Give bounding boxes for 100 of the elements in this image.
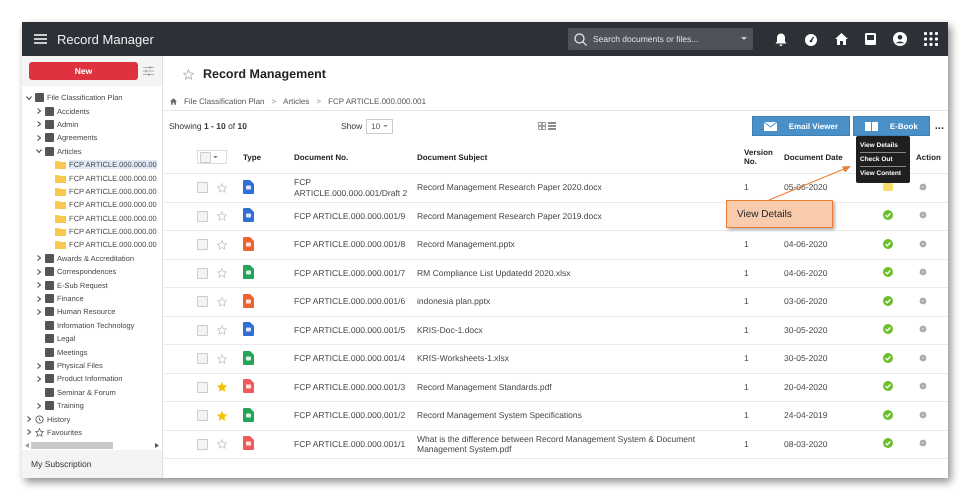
result-count: Showing 1 - 10 of 10 — [169, 121, 247, 131]
chevron-right-icon[interactable] — [36, 255, 42, 262]
chevron-right-icon[interactable] — [36, 134, 42, 141]
chevron-right-icon[interactable] — [26, 429, 32, 436]
search-field[interactable]: Search documents or files... — [568, 28, 753, 50]
chevron-right-icon[interactable] — [36, 376, 42, 382]
scroll-left-icon[interactable] — [25, 443, 29, 448]
star-icon[interactable] — [217, 240, 227, 250]
gear-icon[interactable] — [919, 182, 927, 191]
table-cell-text: KRIS-Worksheets-1.xlsx — [417, 353, 510, 364]
menu-icon[interactable] — [34, 34, 47, 44]
column-header: Version No. — [744, 148, 774, 166]
chevron-right-icon[interactable] — [36, 402, 42, 409]
gear-icon[interactable] — [919, 410, 927, 419]
home-icon[interactable] — [170, 98, 177, 104]
new-button[interactable]: New — [29, 62, 138, 80]
breadcrumb-link[interactable]: FCP ARTICLE.000.000.001 — [328, 96, 426, 106]
chevron-right-icon[interactable] — [36, 308, 42, 315]
folder-icon — [55, 174, 66, 183]
envelope-icon — [764, 122, 777, 130]
row-checkbox[interactable] — [197, 239, 208, 250]
gear-icon[interactable] — [919, 325, 927, 334]
filter-icon[interactable] — [143, 66, 154, 76]
table-cell-text: 1 — [744, 410, 750, 420]
star-icon[interactable] — [217, 211, 227, 222]
search-icon — [574, 32, 587, 46]
gear-icon[interactable] — [919, 240, 927, 248]
table-cell-text: 1 — [744, 239, 750, 250]
table-cell-text: FCP ARTICLE.000.000.001/9 — [294, 210, 406, 222]
table-cell-text: 1 — [744, 382, 750, 392]
more-options[interactable]: ... — [934, 120, 944, 132]
chevron-right-icon[interactable] — [26, 416, 32, 422]
table-cell-text: 30-05-2020 — [784, 353, 828, 364]
folder-icon — [55, 227, 66, 236]
horizontal-scrollbar[interactable] — [22, 441, 162, 450]
chevron-down-icon[interactable] — [36, 148, 42, 154]
file-icon — [243, 379, 254, 394]
star-icon[interactable] — [217, 268, 227, 278]
folder-icon — [55, 240, 66, 250]
chevron-right-icon[interactable] — [36, 121, 42, 128]
star-icon[interactable] — [183, 68, 194, 80]
table-cell-text: 08-03-2020 — [784, 438, 828, 449]
gear-icon[interactable] — [919, 354, 927, 362]
chevron-down-icon[interactable] — [26, 94, 32, 101]
file-icon — [243, 294, 254, 308]
star-icon[interactable] — [217, 182, 227, 193]
star-icon[interactable] — [217, 439, 227, 450]
row-checkbox[interactable] — [197, 438, 208, 450]
column-header: Action — [916, 152, 941, 162]
page-title: Record Management — [203, 67, 326, 81]
caret-icon[interactable] — [213, 156, 218, 158]
row-checkbox[interactable] — [197, 324, 208, 336]
chevron-right-icon[interactable] — [36, 282, 42, 288]
page-size-select[interactable]: 10 — [366, 118, 394, 134]
scroll-right-icon[interactable] — [155, 443, 159, 448]
user-icon[interactable] — [893, 32, 907, 46]
grid-view-icon[interactable] — [538, 122, 546, 130]
star-icon[interactable] — [217, 382, 227, 392]
bell-icon[interactable] — [775, 32, 787, 46]
star-icon[interactable] — [217, 296, 227, 307]
table-cell-text: 03-06-2020 — [784, 296, 828, 306]
select-all-checkbox[interactable] — [200, 152, 211, 162]
star-icon — [35, 428, 44, 437]
table-cell-text: KRIS-Doc-1.docx — [417, 324, 484, 336]
star-icon[interactable] — [217, 354, 227, 364]
list-view-icon[interactable] — [548, 122, 556, 130]
chevron-right-icon[interactable] — [36, 108, 42, 114]
breadcrumb-separator: > — [271, 96, 276, 106]
gear-icon[interactable] — [919, 382, 927, 390]
file-icon — [243, 208, 254, 222]
apps-grid-icon[interactable] — [924, 32, 938, 46]
caret-icon — [741, 37, 747, 41]
star-icon[interactable] — [217, 410, 227, 421]
gear-icon[interactable] — [919, 268, 927, 276]
file-icon — [243, 350, 254, 365]
table-cell-text: Record Management System Specifications — [417, 410, 583, 422]
row-checkbox[interactable] — [197, 353, 208, 364]
table-cell-text: 1 — [744, 324, 750, 335]
chevron-right-icon[interactable] — [36, 268, 42, 275]
monitor-icon[interactable] — [865, 33, 876, 45]
gear-icon[interactable] — [919, 296, 927, 305]
gear-icon[interactable] — [919, 439, 927, 448]
search-input[interactable]: Search documents or files... — [591, 33, 737, 45]
breadcrumb-link[interactable]: File Classification Plan — [184, 96, 264, 106]
row-checkbox[interactable] — [197, 210, 208, 222]
table-cell-text: FCP ARTICLE.000.000.001/7 — [294, 268, 406, 279]
breadcrumb-link[interactable]: Articles — [283, 96, 310, 106]
row-checkbox[interactable] — [197, 410, 208, 422]
row-checkbox[interactable] — [197, 182, 208, 194]
star-icon[interactable] — [217, 325, 227, 336]
row-checkbox[interactable] — [197, 268, 208, 279]
folder-icon — [55, 160, 66, 170]
gauge-icon[interactable] — [804, 32, 818, 46]
home-icon[interactable] — [835, 33, 848, 45]
chevron-right-icon[interactable] — [36, 296, 42, 302]
row-checkbox[interactable] — [197, 382, 208, 393]
chevron-right-icon[interactable] — [36, 362, 42, 368]
row-checkbox[interactable] — [197, 296, 208, 308]
table-cell-text: Record Management Standards.pdf — [417, 382, 553, 393]
gear-icon[interactable] — [919, 211, 927, 220]
